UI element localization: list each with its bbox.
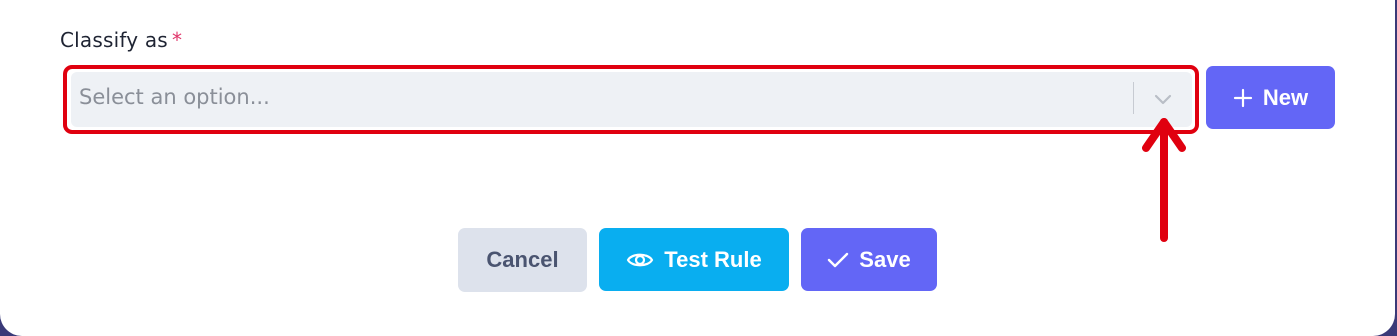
classify-as-label-text: Classify as	[60, 28, 168, 52]
red-arrow-annotation	[1142, 118, 1186, 242]
save-button[interactable]: Save	[801, 228, 937, 291]
classify-as-label: Classify as *	[60, 28, 182, 52]
plus-icon	[1233, 88, 1253, 108]
new-button[interactable]: New	[1206, 66, 1335, 129]
save-button-label: Save	[859, 246, 911, 272]
classify-as-select[interactable]: Select an option...	[71, 72, 1192, 127]
cancel-button[interactable]: Cancel	[458, 228, 587, 292]
test-rule-button[interactable]: Test Rule	[599, 228, 789, 291]
required-marker: *	[171, 28, 183, 52]
cancel-button-label: Cancel	[486, 247, 559, 272]
new-button-label: New	[1262, 84, 1309, 110]
test-rule-button-label: Test Rule	[664, 246, 762, 272]
dialog-panel: Classify as * Select an option... New Can…	[0, 0, 1395, 336]
eye-icon	[626, 249, 654, 271]
select-placeholder: Select an option...	[79, 85, 270, 109]
check-icon	[827, 251, 849, 269]
chevron-down-icon[interactable]	[1151, 87, 1175, 111]
